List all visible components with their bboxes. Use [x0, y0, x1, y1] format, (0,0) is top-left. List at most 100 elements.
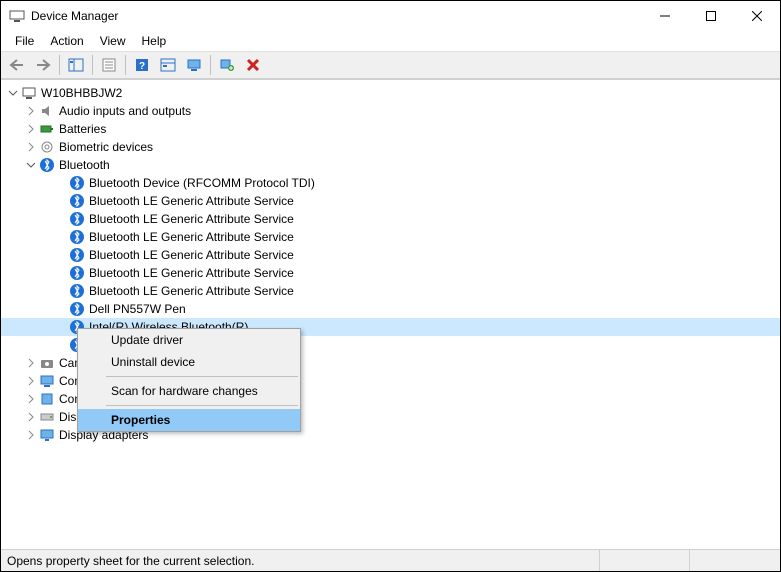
titlebar-controls [642, 1, 780, 31]
tree-label: Batteries [59, 122, 106, 136]
toolbar-separator [210, 55, 211, 75]
tree-category-batteries[interactable]: Batteries [1, 120, 780, 138]
tree-device-item[interactable]: Dell PN557W Pen [1, 300, 780, 318]
chevron-right-icon[interactable] [25, 357, 37, 369]
show-hidden-devices-button[interactable] [156, 53, 180, 77]
tree-category-bluetooth[interactable]: Bluetooth [1, 156, 780, 174]
tree-label: Biometric devices [59, 140, 153, 154]
bluetooth-icon [69, 283, 85, 299]
chevron-right-icon[interactable] [25, 393, 37, 405]
spacer [55, 285, 67, 297]
spacer [55, 249, 67, 261]
properties-button[interactable] [97, 53, 121, 77]
bluetooth-icon [69, 229, 85, 245]
device-manager-window: Device Manager File Action View Help ? [0, 0, 781, 572]
ctx-scan-hardware[interactable]: Scan for hardware changes [78, 380, 300, 402]
chevron-right-icon[interactable] [25, 375, 37, 387]
bluetooth-icon [69, 175, 85, 191]
window-title: Device Manager [31, 9, 642, 23]
tree-category-audio[interactable]: Audio inputs and outputs [1, 102, 780, 120]
uninstall-button[interactable] [241, 53, 265, 77]
ctx-properties[interactable]: Properties [78, 409, 300, 431]
computer-icon [39, 373, 55, 389]
bluetooth-icon [69, 265, 85, 281]
tree-label: Audio inputs and outputs [59, 104, 191, 118]
ctx-separator [106, 405, 298, 406]
scan-hardware-button[interactable] [215, 53, 239, 77]
spacer [55, 303, 67, 315]
tree-label: Bluetooth LE Generic Attribute Service [89, 248, 294, 262]
menubar: File Action View Help [1, 31, 780, 51]
disk-icon [39, 409, 55, 425]
titlebar: Device Manager [1, 1, 780, 31]
chevron-down-icon[interactable] [7, 87, 19, 99]
spacer [55, 339, 67, 351]
ctx-separator [106, 376, 298, 377]
spacer [55, 213, 67, 225]
show-hide-console-tree-button[interactable] [64, 53, 88, 77]
tree-root-label: W10BHBBJW2 [41, 86, 122, 100]
tree-device-item[interactable]: Bluetooth LE Generic Attribute Service [1, 282, 780, 300]
tree-label: Bluetooth LE Generic Attribute Service [89, 284, 294, 298]
bluetooth-icon [69, 193, 85, 209]
back-button[interactable] [5, 53, 29, 77]
chevron-right-icon[interactable] [25, 123, 37, 135]
tree-device-item[interactable]: Bluetooth LE Generic Attribute Service [1, 228, 780, 246]
battery-icon [39, 121, 55, 137]
ctx-update-driver[interactable]: Update driver [78, 329, 300, 351]
close-button[interactable] [734, 1, 780, 31]
menu-help[interactable]: Help [134, 32, 175, 50]
svg-text:?: ? [139, 61, 145, 72]
tree-root[interactable]: W10BHBBJW2 [1, 84, 780, 102]
biometric-icon [39, 139, 55, 155]
minimize-button[interactable] [642, 1, 688, 31]
chevron-right-icon[interactable] [25, 141, 37, 153]
tree-device-item[interactable]: Bluetooth LE Generic Attribute Service [1, 246, 780, 264]
status-cell-2 [600, 550, 690, 571]
tree-label: Bluetooth LE Generic Attribute Service [89, 212, 294, 226]
tree-device-item[interactable]: Bluetooth LE Generic Attribute Service [1, 210, 780, 228]
tree-device-item[interactable]: Bluetooth LE Generic Attribute Service [1, 192, 780, 210]
toolbar: ? [1, 51, 780, 79]
ctx-uninstall-device[interactable]: Uninstall device [78, 351, 300, 373]
toolbar-separator [59, 55, 60, 75]
bluetooth-icon [69, 211, 85, 227]
menu-action[interactable]: Action [42, 32, 91, 50]
display-icon [39, 427, 55, 443]
spacer [55, 177, 67, 189]
bluetooth-icon [39, 157, 55, 173]
bluetooth-icon [69, 301, 85, 317]
app-icon [9, 8, 25, 24]
chevron-right-icon[interactable] [25, 429, 37, 441]
tree-device-item[interactable]: Bluetooth Device (RFCOMM Protocol TDI) [1, 174, 780, 192]
tree-category-biometric[interactable]: Biometric devices [1, 138, 780, 156]
tree-label: Bluetooth LE Generic Attribute Service [89, 266, 294, 280]
toolbar-separator [92, 55, 93, 75]
forward-button[interactable] [31, 53, 55, 77]
maximize-button[interactable] [688, 1, 734, 31]
devices-by-connection-button[interactable] [182, 53, 206, 77]
spacer [55, 267, 67, 279]
tree-device-item[interactable]: Bluetooth LE Generic Attribute Service [1, 264, 780, 282]
spacer [55, 231, 67, 243]
help-button[interactable]: ? [130, 53, 154, 77]
tree-label: Bluetooth [59, 158, 110, 172]
tree-label: Bluetooth LE Generic Attribute Service [89, 230, 294, 244]
bluetooth-icon [69, 247, 85, 263]
device-tree[interactable]: W10BHBBJW2 Audio inputs and outputs Batt… [1, 80, 780, 549]
tree-label: Bluetooth Device (RFCOMM Protocol TDI) [89, 176, 315, 190]
audio-icon [39, 103, 55, 119]
menu-file[interactable]: File [7, 32, 42, 50]
chevron-right-icon[interactable] [25, 105, 37, 117]
content-area: W10BHBBJW2 Audio inputs and outputs Batt… [1, 79, 780, 549]
toolbar-separator [125, 55, 126, 75]
menu-view[interactable]: View [92, 32, 134, 50]
computer-icon [21, 85, 37, 101]
controlvault-icon [39, 391, 55, 407]
camera-icon [39, 355, 55, 371]
status-cell-3 [690, 550, 780, 571]
chevron-down-icon[interactable] [25, 159, 37, 171]
spacer [55, 195, 67, 207]
spacer [55, 321, 67, 333]
chevron-right-icon[interactable] [25, 411, 37, 423]
